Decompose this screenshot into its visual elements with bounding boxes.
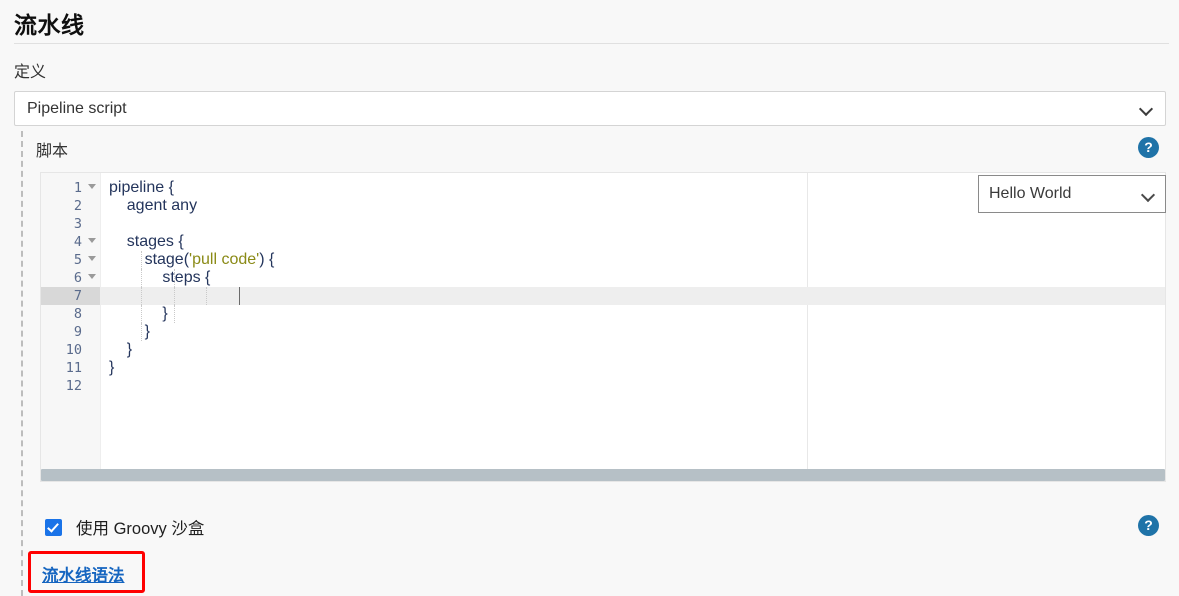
editor-line-number: 9	[73, 324, 82, 340]
editor-line-number: 5	[41, 251, 100, 269]
fold-triangle-icon[interactable]	[88, 256, 96, 261]
editor-code-line[interactable]: }	[101, 305, 1165, 323]
editor-indent-guide	[173, 305, 175, 323]
sample-script-select[interactable]: Hello World	[978, 175, 1166, 213]
groovy-sandbox-row[interactable]: 使用 Groovy 沙盒	[45, 515, 204, 539]
title-divider	[14, 43, 1169, 44]
section-dashed-rail	[21, 131, 23, 596]
help-icon-script[interactable]: ?	[1138, 137, 1159, 158]
editor-code-line[interactable]: stages {	[101, 233, 1165, 251]
text-caret	[238, 287, 240, 305]
fold-triangle-icon[interactable]	[88, 184, 96, 189]
editor-line-number: 12	[65, 378, 82, 394]
editor-line-number: 10	[65, 342, 82, 358]
editor-line-number: 4	[41, 233, 100, 251]
sample-script-select-value: Hello World	[989, 185, 1072, 202]
editor-indent-guide	[141, 287, 143, 305]
definition-select[interactable]: Pipeline script	[14, 91, 1166, 126]
editor-hscrollbar-track[interactable]	[41, 469, 1165, 481]
editor-hscrollbar-thumb[interactable]	[41, 469, 1165, 481]
editor-code-line[interactable]	[101, 287, 1165, 305]
editor-code-line[interactable]	[101, 377, 1165, 395]
editor-line-number: 6	[41, 269, 100, 287]
editor-code-line[interactable]: }	[101, 341, 1165, 359]
editor-line-number: 8	[73, 306, 82, 322]
definition-label: 定义	[14, 64, 47, 81]
editor-code-line[interactable]: steps {	[101, 269, 1165, 287]
editor-gutter: 1 2 3 4 5 6 7 8 9 10 11 12	[41, 173, 101, 481]
pipeline-syntax-link[interactable]: 流水线语法	[42, 562, 125, 586]
fold-triangle-icon[interactable]	[88, 238, 96, 243]
fold-triangle-icon[interactable]	[88, 274, 96, 279]
editor-line-number: 3	[73, 216, 82, 232]
editor-code-line[interactable]	[101, 215, 1165, 233]
editor-indent-guide	[173, 269, 175, 287]
definition-select-value: Pipeline script	[27, 99, 127, 117]
editor-line-number: 11	[65, 360, 82, 376]
groovy-sandbox-label: 使用 Groovy 沙盒	[76, 520, 205, 538]
editor-indent-guide	[141, 305, 143, 323]
help-icon-sandbox[interactable]: ?	[1138, 515, 1159, 536]
editor-code-line[interactable]: }	[101, 323, 1165, 341]
page-title: 流水线	[14, 12, 85, 38]
editor-indent-guide	[173, 287, 175, 305]
editor-code-line[interactable]: stage('pull code') {	[101, 251, 1165, 269]
editor-indent-guide	[206, 287, 208, 305]
editor-code-line[interactable]: }	[101, 359, 1165, 377]
editor-line-number: 7	[41, 287, 100, 305]
editor-indent-guide	[141, 323, 143, 341]
editor-line-number: 1	[41, 179, 100, 197]
chevron-down-icon	[1140, 102, 1153, 115]
editor-code-area[interactable]: pipeline { agent any stages { stage('pul…	[101, 173, 1165, 481]
script-label: 脚本	[36, 143, 69, 160]
editor-line-number: 2	[73, 198, 82, 214]
groovy-sandbox-checkbox[interactable]	[45, 518, 62, 536]
editor-indent-guide	[141, 269, 143, 287]
editor-indent-guide	[141, 251, 143, 269]
script-code-editor[interactable]: 1 2 3 4 5 6 7 8 9 10 11 12 pipeline { agent any sta…	[40, 172, 1166, 482]
chevron-down-icon	[1142, 188, 1155, 201]
